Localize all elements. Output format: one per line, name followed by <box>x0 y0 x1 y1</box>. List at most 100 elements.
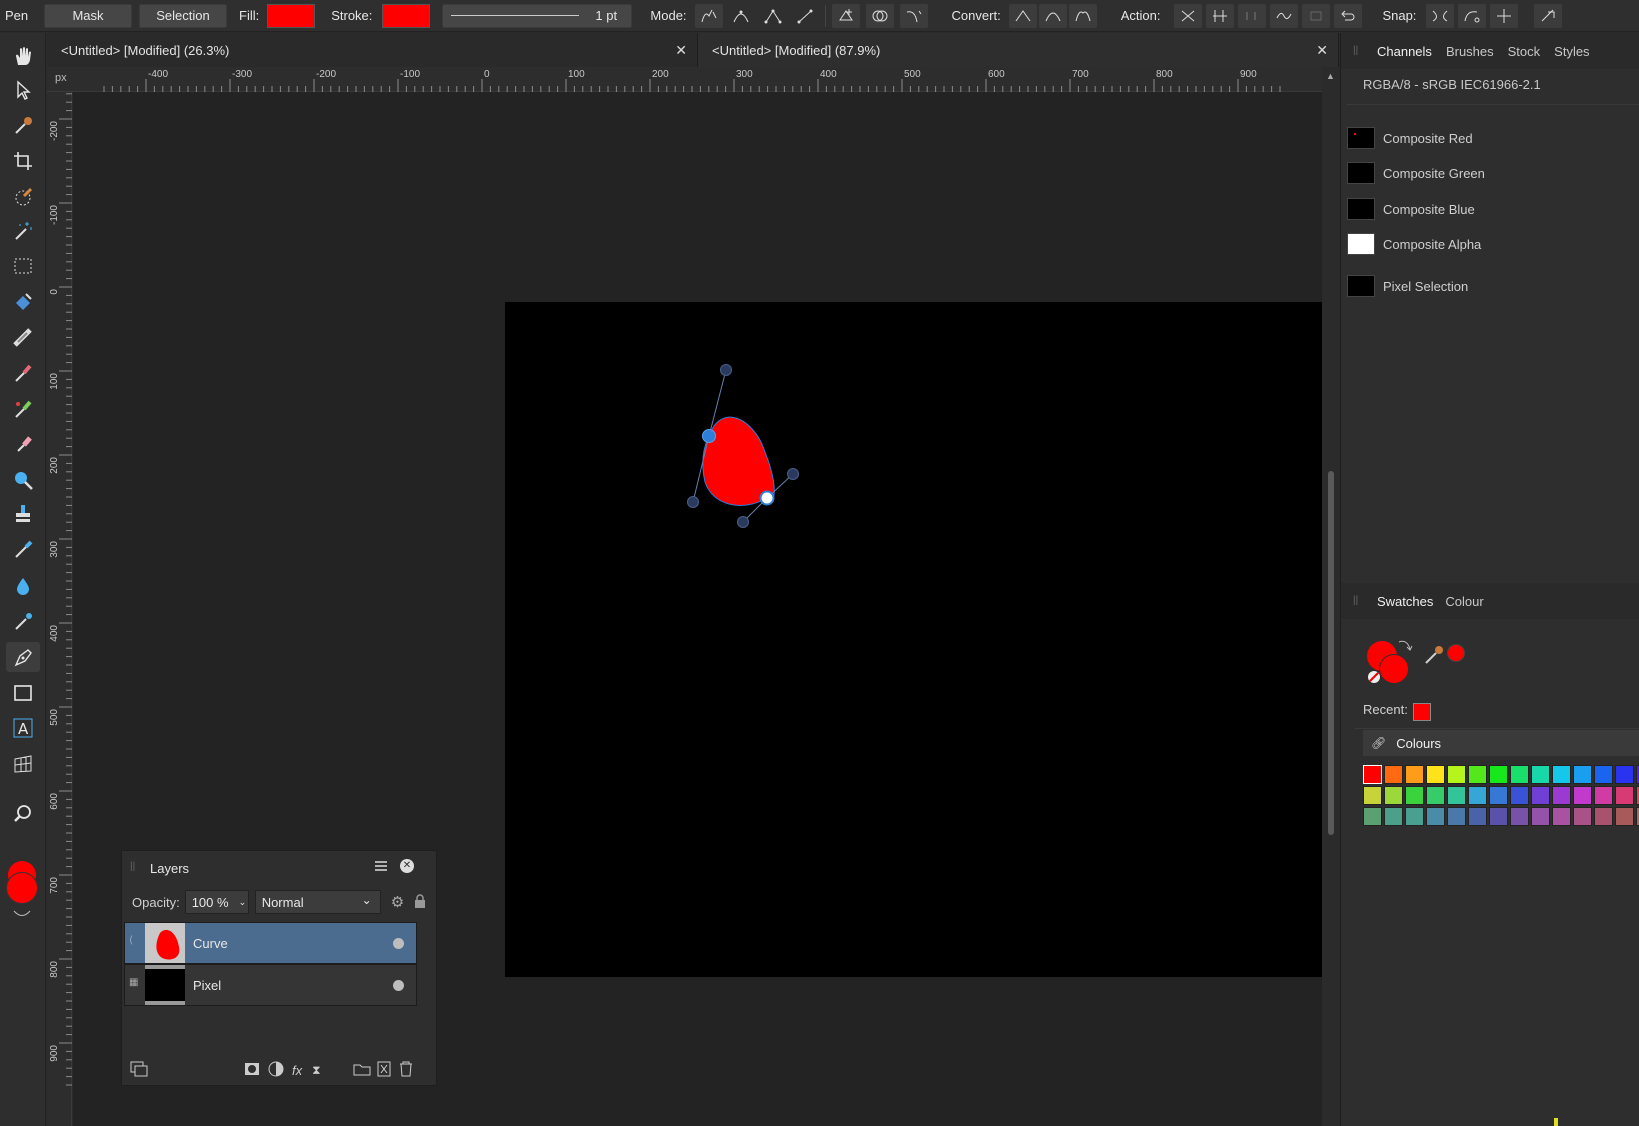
mesh-grid-icon[interactable] <box>6 749 40 779</box>
stroke-width-control[interactable]: 1 pt <box>442 3 633 28</box>
channel-row-alpha[interactable]: Composite Alpha <box>1347 227 1639 261</box>
ruler-vertical[interactable]: -200 -100 0 100 200 300 400 500 600 700 800 900 <box>47 92 72 1126</box>
channel-row-blue[interactable]: Composite Blue <box>1347 192 1639 226</box>
tab-document-2[interactable]: <Untitled> [Modified] (87.9%) ✕ <box>698 33 1339 67</box>
drag-handle-icon[interactable]: || <box>130 861 135 872</box>
palette-swatch[interactable] <box>1363 807 1382 826</box>
selection-button[interactable]: Selection <box>139 3 227 28</box>
snap-settings-icon[interactable] <box>1534 3 1563 28</box>
palette-swatch[interactable] <box>1531 786 1550 805</box>
snap-curves-icon[interactable] <box>1458 3 1487 28</box>
layer-row-curve[interactable]: ⟨ Curve <box>124 922 417 964</box>
palette-swatch[interactable] <box>1447 765 1466 784</box>
tab-document-1[interactable]: <Untitled> [Modified] (26.3%) ✕ <box>47 33 698 67</box>
tab-stock[interactable]: Stock <box>1508 44 1541 59</box>
palette-swatch[interactable] <box>1489 786 1508 805</box>
color-replacement-brush-icon[interactable] <box>6 394 40 424</box>
close-icon[interactable]: ✕ <box>675 42 687 59</box>
palette-swatch[interactable] <box>1531 807 1550 826</box>
palette-swatch[interactable] <box>1363 786 1382 805</box>
palette-swatch[interactable] <box>1594 807 1613 826</box>
selection-brush-icon[interactable] <box>6 182 40 212</box>
palette-swatch[interactable] <box>1468 807 1487 826</box>
convert-sharp-icon[interactable] <box>1008 3 1037 28</box>
close-panel-icon[interactable]: ✕ <box>400 859 414 873</box>
palette-selector[interactable]: 🔗︎ Colours <box>1363 730 1639 756</box>
palette-swatch[interactable] <box>1573 807 1592 826</box>
recent-color-swatch[interactable] <box>1413 703 1431 721</box>
layer-row-pixel[interactable]: ▦ Pixel <box>124 964 417 1006</box>
picked-color-circle[interactable] <box>1447 644 1465 662</box>
break-curve-icon[interactable] <box>1174 3 1203 28</box>
palette-swatch[interactable] <box>1615 765 1634 784</box>
palette-swatch[interactable] <box>1489 765 1508 784</box>
palette-swatch[interactable] <box>1405 786 1424 805</box>
new-layer-icon[interactable] <box>377 1061 391 1080</box>
trash-icon[interactable] <box>399 1061 413 1080</box>
palette-swatch[interactable] <box>1573 786 1592 805</box>
swap-colors-icon[interactable] <box>12 906 32 916</box>
tab-channels[interactable]: Channels <box>1377 44 1432 59</box>
layer-visibility-toggle[interactable] <box>393 938 404 949</box>
folder-icon[interactable] <box>353 1062 371 1079</box>
vertical-scrollbar[interactable]: ▲ <box>1322 67 1339 1126</box>
reverse-icon-disabled[interactable] <box>1302 3 1331 28</box>
scroll-up-arrow-icon[interactable]: ▲ <box>1326 71 1335 81</box>
palette-swatch[interactable] <box>1468 786 1487 805</box>
palette-swatch[interactable] <box>1594 786 1613 805</box>
adjustment-layer-icon[interactable] <box>268 1061 284 1080</box>
no-fill-icon[interactable] <box>1368 671 1380 683</box>
gear-icon[interactable]: ⚙ <box>391 893 404 911</box>
ruler-horizontal[interactable]: px -400 -300 -200 -100 0 100 200 300 400 500 600 70… <box>47 67 1322 92</box>
erase-brush-icon[interactable] <box>6 429 40 459</box>
convert-smart-icon[interactable] <box>1068 3 1097 28</box>
flood-select-wand-icon[interactable] <box>6 216 40 246</box>
join-curves-icon[interactable] <box>1270 3 1299 28</box>
palette-swatch[interactable] <box>1468 765 1487 784</box>
mesh-warp-icon[interactable] <box>6 607 40 637</box>
stroke-color-swatch[interactable] <box>382 3 431 28</box>
palette-swatch[interactable] <box>1426 807 1445 826</box>
tab-swatches[interactable]: Swatches <box>1377 594 1433 609</box>
reverse-curve-icon[interactable] <box>1334 3 1363 28</box>
close-curve-icon[interactable] <box>1206 3 1235 28</box>
convert-smooth-icon[interactable] <box>1038 3 1067 28</box>
tab-styles[interactable]: Styles <box>1554 44 1589 59</box>
move-tool-arrow-icon[interactable] <box>6 75 40 105</box>
palette-swatch[interactable] <box>1615 786 1634 805</box>
panel-menu-icon[interactable] <box>374 859 388 876</box>
line-mode-icon[interactable] <box>791 4 819 28</box>
palette-swatch[interactable] <box>1384 786 1403 805</box>
dodge-brush-icon[interactable] <box>6 465 40 495</box>
palette-swatch[interactable] <box>1384 807 1403 826</box>
palette-swatch[interactable] <box>1552 786 1571 805</box>
add-shape-icon[interactable] <box>831 3 860 28</box>
drag-handle-icon[interactable]: || <box>1353 45 1358 56</box>
fill-color-swatch[interactable] <box>267 3 316 28</box>
palette-swatch[interactable] <box>1510 786 1529 805</box>
snap-nodes-icon[interactable] <box>1426 3 1455 28</box>
pen-tool-icon[interactable] <box>6 642 40 672</box>
opacity-dropdown[interactable]: 100 % ⌄ <box>184 890 249 914</box>
polygon-mode-icon[interactable] <box>759 4 787 28</box>
palette-swatch[interactable] <box>1573 765 1592 784</box>
palette-swatch[interactable] <box>1426 786 1445 805</box>
stroke-color-circle[interactable] <box>1379 654 1409 684</box>
lock-icon[interactable] <box>414 893 426 911</box>
palette-swatch[interactable] <box>1405 765 1424 784</box>
live-filter-fx-icon[interactable]: fx <box>292 1063 302 1078</box>
snap-guides-icon[interactable] <box>1490 3 1519 28</box>
palette-swatch[interactable] <box>1510 765 1529 784</box>
marquee-tool-icon[interactable] <box>6 251 40 281</box>
close-icon[interactable]: ✕ <box>1316 42 1328 59</box>
palette-swatch[interactable] <box>1594 765 1613 784</box>
smooth-curve-icon[interactable] <box>1238 3 1267 28</box>
layer-stack-icon[interactable] <box>130 1061 148 1080</box>
gradient-tool-icon[interactable] <box>6 323 40 353</box>
palette-swatch[interactable] <box>1447 786 1466 805</box>
palette-swatch[interactable] <box>1405 807 1424 826</box>
tab-brushes[interactable]: Brushes <box>1446 44 1494 59</box>
palette-swatch[interactable] <box>1384 765 1403 784</box>
mask-button[interactable]: Mask <box>44 3 132 28</box>
combine-icon[interactable] <box>865 3 894 28</box>
